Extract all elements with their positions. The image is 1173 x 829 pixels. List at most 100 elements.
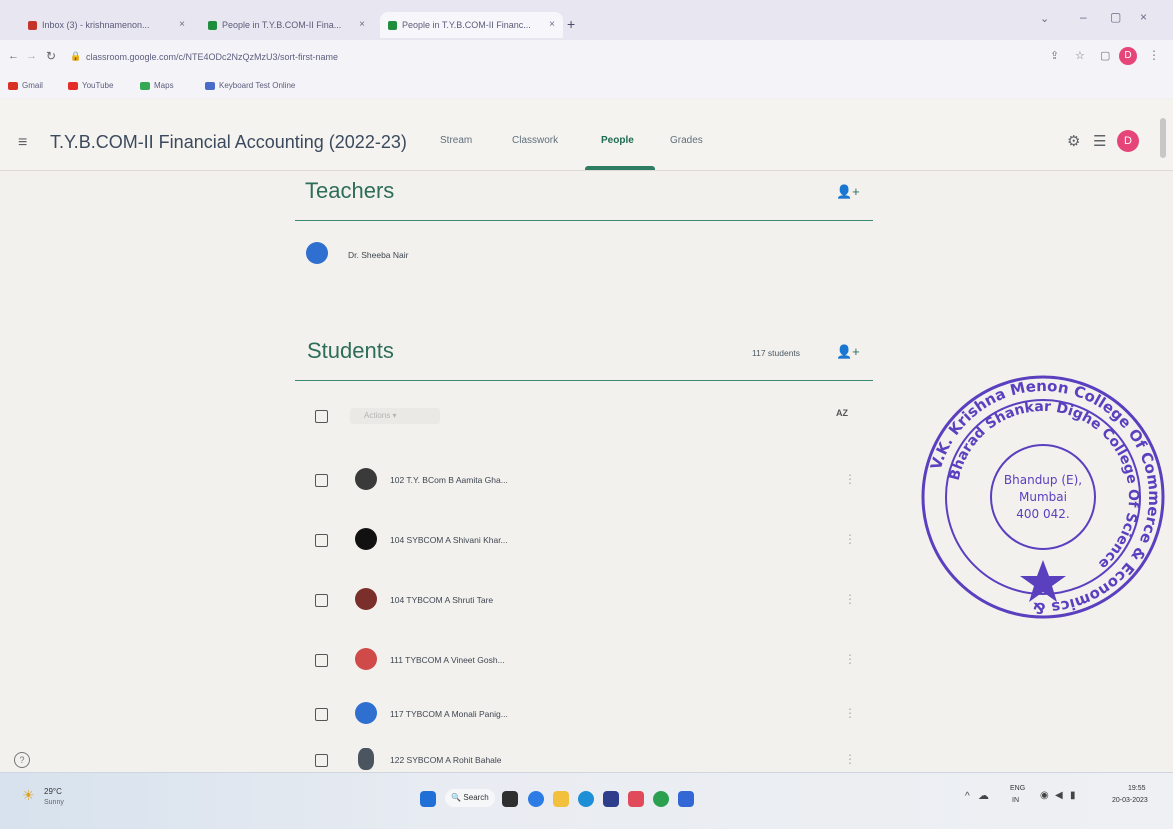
keyboard-icon [205, 81, 215, 90]
actions-dropdown[interactable]: Actions ▾ [350, 408, 440, 424]
store-icon[interactable] [603, 791, 619, 807]
teacher-row[interactable]: Dr. Sheeba Nair [0, 238, 1173, 278]
tab-label: People in T.Y.B.COM-II Financ... [402, 20, 531, 30]
account-avatar[interactable]: D [1117, 130, 1139, 152]
student-checkbox[interactable] [315, 534, 328, 547]
bookmark-keyboard-test[interactable]: Keyboard Test Online [205, 81, 295, 90]
back-icon[interactable]: ← [8, 50, 19, 62]
reload-icon[interactable]: ↻ [46, 49, 56, 63]
teachers-heading: Teachers [305, 178, 395, 203]
edge-icon[interactable] [578, 791, 594, 807]
app-icon[interactable] [628, 791, 644, 807]
student-checkbox[interactable] [315, 654, 328, 667]
student-row[interactable]: 111 TYBCOM A Vineet Gosh... ⋮ [0, 642, 1173, 682]
windows-start-icon[interactable] [420, 791, 436, 807]
file-explorer-icon[interactable] [553, 791, 569, 807]
more-vert-icon[interactable]: ⋮ [844, 472, 856, 486]
browser-profile-avatar[interactable]: D [1119, 47, 1137, 65]
bookmark-gmail[interactable]: Gmail [8, 81, 43, 90]
close-icon[interactable]: × [359, 12, 365, 38]
invite-student-icon[interactable]: 👤+ [836, 344, 860, 360]
volume-icon[interactable]: ◀ [1055, 790, 1063, 801]
youtube-icon [68, 81, 78, 90]
student-row[interactable]: 122 SYBCOM A Rohit Bahale ⋮ [0, 744, 1173, 772]
select-all-checkbox[interactable] [315, 410, 328, 423]
tab-stream[interactable]: Stream [440, 135, 472, 146]
student-avatar [355, 528, 377, 550]
student-name: 102 T.Y. BCom B Aamita Gha... [390, 475, 508, 485]
apps-grid-icon[interactable]: ☰ [1093, 132, 1106, 150]
sort-az-icon[interactable]: AZ [836, 408, 848, 418]
student-checkbox[interactable] [315, 474, 328, 487]
weather-desc: Sunny [44, 799, 64, 806]
new-tab-button[interactable]: + [567, 16, 575, 32]
more-vert-icon[interactable]: ⋮ [844, 652, 856, 666]
teacher-name: Dr. Sheeba Nair [348, 250, 409, 260]
maximize-button[interactable]: ▢ [1110, 10, 1121, 24]
tab-grades[interactable]: Grades [670, 135, 703, 146]
active-tab-indicator [585, 166, 655, 170]
chrome-icon[interactable] [653, 791, 669, 807]
tray-chevron-icon[interactable]: ^ [965, 791, 970, 802]
clock-time[interactable]: 19:55 [1128, 785, 1146, 792]
more-vert-icon[interactable]: ⋮ [844, 752, 856, 766]
extensions-icon[interactable]: ▢ [1100, 49, 1110, 62]
close-icon[interactable]: × [549, 12, 555, 38]
help-icon[interactable]: ? [14, 752, 30, 768]
students-divider [295, 380, 873, 381]
app-icon[interactable] [678, 791, 694, 807]
invite-teacher-icon[interactable]: 👤+ [836, 184, 860, 200]
classroom-header: ≡ T.Y.B.COM-II Financial Accounting (202… [0, 100, 1173, 171]
gmail-icon [28, 21, 37, 31]
tab-people[interactable]: People [601, 135, 634, 146]
student-name: 117 TYBCOM A Monali Panig... [390, 709, 508, 719]
close-icon[interactable]: × [179, 12, 185, 38]
browser-tab-gmail[interactable]: Inbox (3) - krishnamenon... × [20, 12, 193, 38]
more-vert-icon[interactable]: ⋮ [844, 706, 856, 720]
scrollbar-thumb[interactable] [1160, 118, 1166, 158]
browser-tab-bar: Inbox (3) - krishnamenon... × People in T… [0, 0, 1173, 40]
search-label: Search [463, 793, 489, 802]
bookmark-star-icon[interactable]: ☆ [1075, 49, 1085, 62]
svg-text:400 042.: 400 042. [1016, 507, 1069, 521]
bookmark-youtube[interactable]: YouTube [68, 81, 113, 90]
more-vert-icon[interactable]: ⋮ [844, 532, 856, 546]
close-window-button[interactable]: × [1140, 10, 1147, 24]
share-icon[interactable]: ⇪ [1050, 49, 1059, 62]
classroom-icon [208, 21, 217, 31]
forward-icon[interactable]: → [26, 50, 37, 62]
minimize-button[interactable]: – [1080, 10, 1087, 24]
student-checkbox[interactable] [315, 754, 328, 767]
bookmarks-bar: Gmail YouTube Maps Keyboard Test Online [0, 74, 1173, 98]
battery-icon[interactable]: ▮ [1070, 790, 1076, 801]
wifi-icon[interactable]: ◉ [1040, 790, 1049, 801]
browser-menu-icon[interactable]: ⋮ [1148, 48, 1160, 62]
weather-icon[interactable]: ☀ [22, 787, 35, 804]
student-row[interactable]: 117 TYBCOM A Monali Panig... ⋮ [0, 696, 1173, 736]
gmail-icon [8, 81, 18, 90]
students-heading: Students [307, 338, 394, 363]
windows-taskbar: ☀ 29°C Sunny 🔍 Search ^ ☁ ENG IN ◉ ◀ ▮ 1… [0, 772, 1173, 829]
hamburger-icon[interactable]: ≡ [18, 134, 27, 152]
student-checkbox[interactable] [315, 708, 328, 721]
task-view-icon[interactable] [502, 791, 518, 807]
browser-tab-people-1[interactable]: People in T.Y.B.COM-II Fina... × [200, 12, 373, 38]
language-indicator[interactable]: ENG [1010, 785, 1025, 792]
bookmark-maps[interactable]: Maps [140, 81, 174, 90]
url-input[interactable]: classroom.google.com/c/NTE4ODc2NzQzMzU3/… [86, 48, 986, 66]
class-title[interactable]: T.Y.B.COM-II Financial Accounting (2022-… [50, 132, 407, 153]
student-checkbox[interactable] [315, 594, 328, 607]
taskbar-search[interactable]: 🔍 Search [445, 789, 495, 807]
teachers-divider [295, 220, 873, 221]
tab-classwork[interactable]: Classwork [512, 135, 558, 146]
tab-search-icon[interactable]: ⌄ [1040, 12, 1049, 25]
onedrive-icon[interactable]: ☁ [978, 789, 989, 802]
more-vert-icon[interactable]: ⋮ [844, 592, 856, 606]
actions-label: Actions [364, 411, 391, 420]
chat-icon[interactable] [528, 791, 544, 807]
browser-tab-people-2[interactable]: People in T.Y.B.COM-II Financ... × [380, 12, 563, 38]
settings-gear-icon[interactable]: ⚙ [1067, 132, 1080, 150]
bookmark-label: Maps [154, 81, 174, 90]
student-avatar [355, 702, 377, 724]
tab-label: People in T.Y.B.COM-II Fina... [222, 20, 342, 30]
